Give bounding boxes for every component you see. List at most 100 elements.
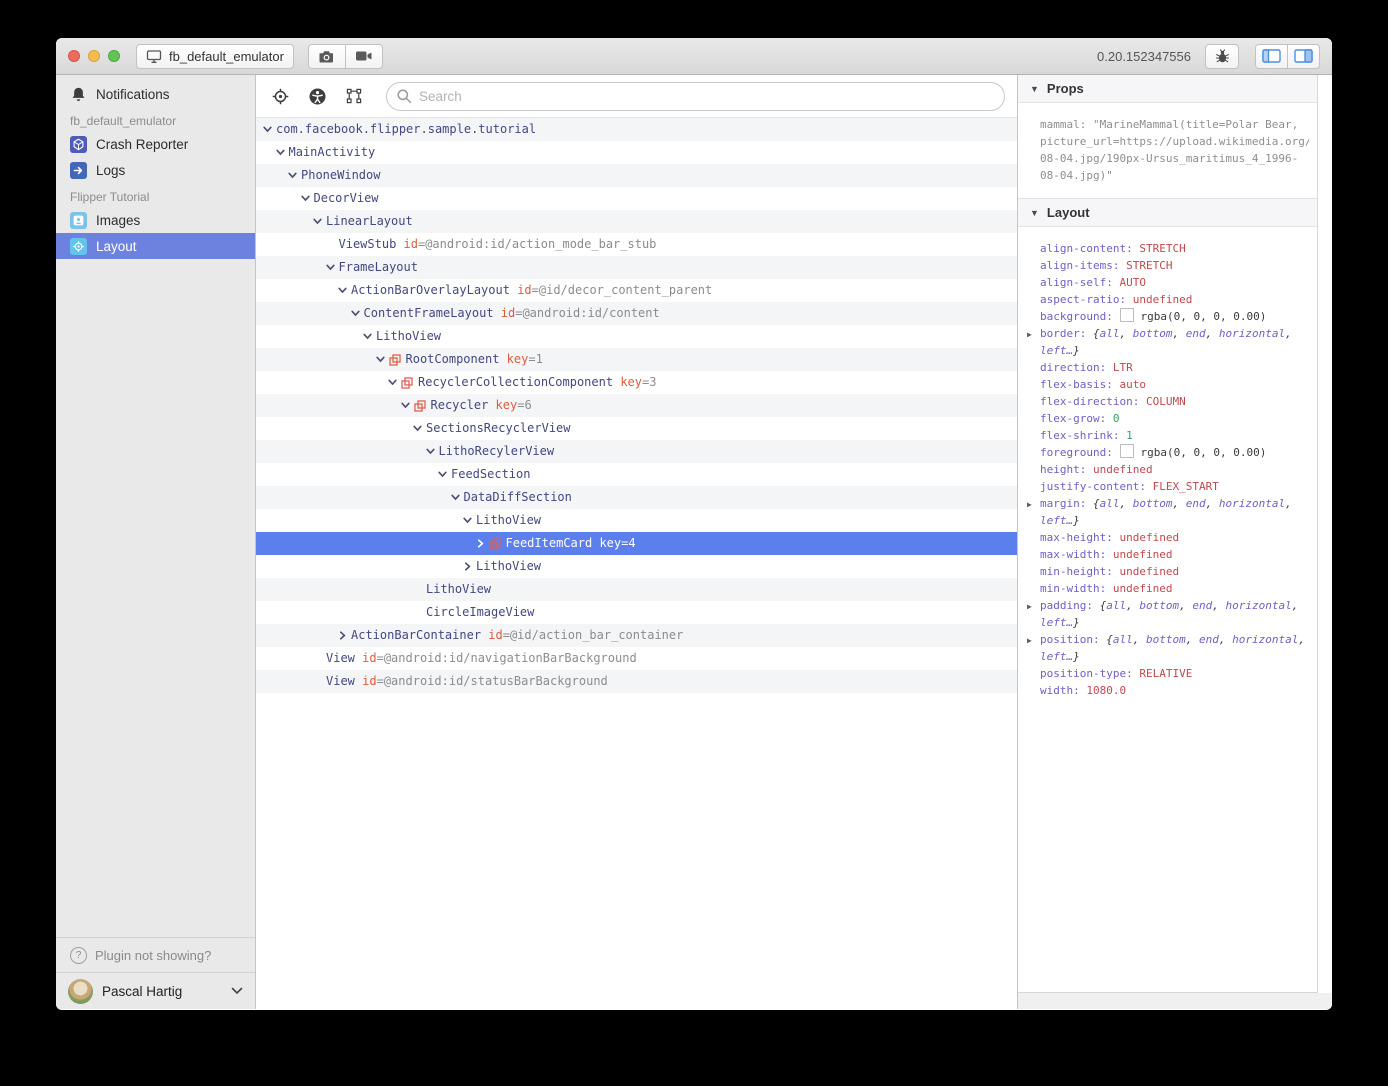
chevron-down-icon[interactable] [312, 216, 326, 227]
chevron-down-icon[interactable] [350, 308, 364, 319]
property-value[interactable]: LTR [1113, 361, 1133, 374]
property-value[interactable]: 1 [1126, 429, 1133, 442]
tree-row-actionbarcontainer[interactable]: ActionBarContainer id=@id/action_bar_con… [256, 624, 1017, 647]
close-button[interactable] [68, 50, 80, 62]
property-value[interactable]: rgba(0, 0, 0, 0.00) [1140, 446, 1266, 459]
tree-row-lithoview[interactable]: LithoView [256, 555, 1017, 578]
toggle-right-sidebar-button[interactable] [1287, 44, 1320, 69]
tree-row-contentframelayout[interactable]: ContentFrameLayout id=@android:id/conten… [256, 302, 1017, 325]
tree-row-circleimageview[interactable]: CircleImageView [256, 601, 1017, 624]
chevron-down-icon[interactable] [450, 492, 464, 503]
property-value[interactable]: auto [1119, 378, 1146, 391]
sidebar-item-notifications[interactable]: Notifications [56, 81, 255, 107]
chevron-down-icon[interactable] [325, 262, 339, 273]
tree-row-lithoview[interactable]: LithoView [256, 325, 1017, 348]
chevron-down-icon[interactable] [300, 193, 314, 204]
tree-row-view[interactable]: View id=@android:id/navigationBarBackgro… [256, 647, 1017, 670]
accessibility-icon[interactable] [309, 88, 326, 105]
property-value[interactable]: RELATIVE [1139, 667, 1192, 680]
target-icon[interactable] [272, 88, 289, 105]
property-value[interactable]: rgba(0, 0, 0, 0.00) [1140, 310, 1266, 323]
tree-row-recyclercollectioncomponent[interactable]: RecyclerCollectionComponent key=3 [256, 371, 1017, 394]
prop-value-line[interactable]: picture_url=https://upload.wikimedia.org… [1040, 133, 1309, 150]
property-value[interactable]: undefined [1119, 531, 1179, 544]
property-value[interactable]: AUTO [1119, 276, 1146, 289]
property-value[interactable]: undefined [1093, 463, 1153, 476]
tree-row-lithorecylerview[interactable]: LithoRecylerView [256, 440, 1017, 463]
minimize-button[interactable] [88, 50, 100, 62]
chevron-right-icon[interactable] [475, 538, 489, 549]
sidebar-item-logs[interactable]: Logs [56, 157, 255, 183]
hierarchy-icon[interactable] [346, 88, 362, 104]
property-value[interactable]: FLEX_START [1153, 480, 1219, 493]
chevron-down-icon[interactable] [287, 170, 301, 181]
search-icon [396, 88, 412, 104]
expand-arrow-icon[interactable]: ▶ [1027, 496, 1032, 513]
sidebar-item-crash-reporter[interactable]: Crash Reporter [56, 131, 255, 157]
tree-row-viewstub[interactable]: ViewStub id=@android:id/action_mode_bar_… [256, 233, 1017, 256]
chevron-right-icon[interactable] [337, 630, 351, 641]
property-value[interactable]: undefined [1133, 293, 1193, 306]
property-value[interactable]: undefined [1113, 582, 1173, 595]
tree-row-lithoview[interactable]: LithoView [256, 509, 1017, 532]
tree-row-feeditemcard[interactable]: FeedItemCard key=4 [256, 532, 1017, 555]
tree-row-recycler[interactable]: Recycler key=6 [256, 394, 1017, 417]
prop-value-line[interactable]: 08-04.jpg/190px-Ursus_maritimus_4_1996- [1040, 150, 1309, 167]
chevron-down-icon[interactable] [231, 987, 243, 995]
chevron-down-icon[interactable] [275, 147, 289, 158]
plugin-help-row[interactable]: ? Plugin not showing? [56, 937, 255, 972]
section-collapse-icon[interactable]: ▼ [1030, 84, 1039, 94]
tree-row-actionbaroverlaylayout[interactable]: ActionBarOverlayLayout id=@id/decor_cont… [256, 279, 1017, 302]
section-header-props[interactable]: ▼Props [1018, 75, 1317, 103]
tree-row-datadiffsection[interactable]: DataDiffSection [256, 486, 1017, 509]
tree-row-mainactivity[interactable]: MainActivity [256, 141, 1017, 164]
screenshot-button[interactable] [308, 44, 346, 69]
chevron-down-icon[interactable] [362, 331, 376, 342]
chevron-down-icon[interactable] [337, 285, 351, 296]
chevron-down-icon[interactable] [412, 423, 426, 434]
property-value[interactable]: COLUMN [1146, 395, 1186, 408]
chevron-down-icon[interactable] [387, 377, 401, 388]
sidebar-item-layout[interactable]: Layout [56, 233, 255, 259]
tree-row-lithoview[interactable]: LithoView [256, 578, 1017, 601]
device-tab[interactable]: fb_default_emulator [136, 44, 294, 69]
property-value[interactable]: undefined [1119, 565, 1179, 578]
color-swatch[interactable] [1120, 308, 1134, 322]
prop-value-line[interactable]: 08-04.jpg)" [1040, 167, 1309, 184]
expand-arrow-icon[interactable]: ▶ [1027, 326, 1032, 343]
user-row[interactable]: Pascal Hartig [56, 972, 255, 1009]
toggle-left-sidebar-button[interactable] [1255, 44, 1288, 69]
chevron-down-icon[interactable] [462, 515, 476, 526]
chevron-down-icon[interactable] [400, 400, 414, 411]
property-value[interactable]: 1080.0 [1086, 684, 1126, 697]
tree-row-rootcomponent[interactable]: RootComponent key=1 [256, 348, 1017, 371]
section-collapse-icon[interactable]: ▼ [1030, 208, 1039, 218]
section-header-layout[interactable]: ▼Layout [1018, 198, 1317, 227]
tree-row-decorview[interactable]: DecorView [256, 187, 1017, 210]
prop-value-line[interactable]: mammal: "MarineMammal(title=Polar Bear, [1040, 116, 1309, 133]
tree-row-linearlayout[interactable]: LinearLayout [256, 210, 1017, 233]
chevron-down-icon[interactable] [375, 354, 389, 365]
tree-row-framelayout[interactable]: FrameLayout [256, 256, 1017, 279]
chevron-right-icon[interactable] [462, 561, 476, 572]
record-button[interactable] [345, 44, 383, 69]
tree-row-feedsection[interactable]: FeedSection [256, 463, 1017, 486]
color-swatch[interactable] [1120, 444, 1134, 458]
zoom-button[interactable] [108, 50, 120, 62]
tree-row-com-facebook-flipper-sample-tutorial[interactable]: com.facebook.flipper.sample.tutorial [256, 118, 1017, 141]
search-input[interactable] [386, 82, 1005, 111]
property-value[interactable]: STRETCH [1139, 242, 1185, 255]
tree-row-view[interactable]: View id=@android:id/statusBarBackground [256, 670, 1017, 693]
chevron-down-icon[interactable] [437, 469, 451, 480]
property-value[interactable]: STRETCH [1126, 259, 1172, 272]
bug-report-button[interactable] [1205, 44, 1239, 69]
chevron-down-icon[interactable] [262, 124, 276, 135]
chevron-down-icon[interactable] [425, 446, 439, 457]
tree-row-phonewindow[interactable]: PhoneWindow [256, 164, 1017, 187]
sidebar-item-images[interactable]: Images [56, 207, 255, 233]
property-value[interactable]: 0 [1113, 412, 1120, 425]
expand-arrow-icon[interactable]: ▶ [1027, 632, 1032, 649]
property-value[interactable]: undefined [1113, 548, 1173, 561]
tree-row-sectionsrecyclerview[interactable]: SectionsRecyclerView [256, 417, 1017, 440]
expand-arrow-icon[interactable]: ▶ [1027, 598, 1032, 615]
